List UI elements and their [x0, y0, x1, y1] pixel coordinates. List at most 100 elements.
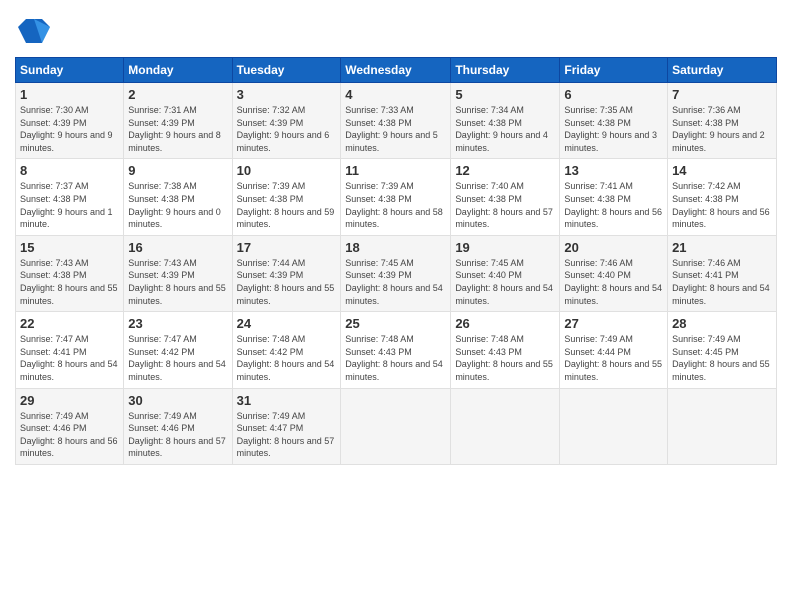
header	[15, 15, 777, 47]
calendar-cell: 12 Sunrise: 7:40 AMSunset: 4:38 PMDayligh…	[451, 159, 560, 235]
day-detail: Sunrise: 7:31 AMSunset: 4:39 PMDaylight:…	[128, 104, 227, 154]
day-detail: Sunrise: 7:39 AMSunset: 4:38 PMDaylight:…	[345, 180, 446, 230]
day-detail: Sunrise: 7:46 AMSunset: 4:41 PMDaylight:…	[672, 257, 772, 307]
day-number: 10	[237, 163, 337, 178]
calendar-cell: 11 Sunrise: 7:39 AMSunset: 4:38 PMDayligh…	[341, 159, 451, 235]
day-number: 12	[455, 163, 555, 178]
calendar-cell	[341, 388, 451, 464]
calendar-cell: 24 Sunrise: 7:48 AMSunset: 4:42 PMDayligh…	[232, 312, 341, 388]
calendar-week-row: 22Sunrise: 7:47 AMSunset: 4:41 PMDayligh…	[16, 312, 777, 388]
day-detail: Sunrise: 7:39 AMSunset: 4:38 PMDaylight:…	[237, 180, 337, 230]
page-container: SundayMondayTuesdayWednesdayThursdayFrid…	[0, 0, 792, 475]
day-detail: Sunrise: 7:49 AMSunset: 4:46 PMDaylight:…	[20, 410, 119, 460]
weekday-header: Sunday	[16, 58, 124, 83]
day-number: 6	[564, 87, 663, 102]
calendar-cell: 4 Sunrise: 7:33 AMSunset: 4:38 PMDaylight…	[341, 83, 451, 159]
weekday-header: Tuesday	[232, 58, 341, 83]
day-detail: Sunrise: 7:40 AMSunset: 4:38 PMDaylight:…	[455, 180, 555, 230]
day-detail: Sunrise: 7:34 AMSunset: 4:38 PMDaylight:…	[455, 104, 555, 154]
calendar-cell: 26Sunrise: 7:48 AMSunset: 4:43 PMDayligh…	[451, 312, 560, 388]
calendar-cell: 14 Sunrise: 7:42 AMSunset: 4:38 PMDayligh…	[668, 159, 777, 235]
day-number: 20	[564, 240, 663, 255]
calendar-cell: 15 Sunrise: 7:43 AMSunset: 4:38 PMDayligh…	[16, 235, 124, 311]
calendar-cell: 13 Sunrise: 7:41 AMSunset: 4:38 PMDayligh…	[560, 159, 668, 235]
day-detail: Sunrise: 7:48 AMSunset: 4:42 PMDaylight:…	[237, 333, 337, 383]
day-number: 19	[455, 240, 555, 255]
day-number: 7	[672, 87, 772, 102]
day-detail: Sunrise: 7:47 AMSunset: 4:42 PMDaylight:…	[128, 333, 227, 383]
day-detail: Sunrise: 7:43 AMSunset: 4:38 PMDaylight:…	[20, 257, 119, 307]
calendar-cell: 19 Sunrise: 7:45 AMSunset: 4:40 PMDayligh…	[451, 235, 560, 311]
day-number: 29	[20, 393, 119, 408]
day-number: 24	[237, 316, 337, 331]
day-number: 8	[20, 163, 119, 178]
calendar-cell: 5 Sunrise: 7:34 AMSunset: 4:38 PMDaylight…	[451, 83, 560, 159]
calendar-cell: 30Sunrise: 7:49 AMSunset: 4:46 PMDayligh…	[124, 388, 232, 464]
day-detail: Sunrise: 7:41 AMSunset: 4:38 PMDaylight:…	[564, 180, 663, 230]
logo-icon	[18, 15, 50, 47]
calendar-table: SundayMondayTuesdayWednesdayThursdayFrid…	[15, 57, 777, 465]
day-detail: Sunrise: 7:48 AMSunset: 4:43 PMDaylight:…	[455, 333, 555, 383]
day-detail: Sunrise: 7:42 AMSunset: 4:38 PMDaylight:…	[672, 180, 772, 230]
day-number: 15	[20, 240, 119, 255]
header-row: SundayMondayTuesdayWednesdayThursdayFrid…	[16, 58, 777, 83]
day-number: 23	[128, 316, 227, 331]
day-detail: Sunrise: 7:37 AMSunset: 4:38 PMDaylight:…	[20, 180, 119, 230]
day-detail: Sunrise: 7:45 AMSunset: 4:39 PMDaylight:…	[345, 257, 446, 307]
day-detail: Sunrise: 7:36 AMSunset: 4:38 PMDaylight:…	[672, 104, 772, 154]
day-number: 28	[672, 316, 772, 331]
calendar-cell: 28Sunrise: 7:49 AMSunset: 4:45 PMDayligh…	[668, 312, 777, 388]
day-number: 21	[672, 240, 772, 255]
day-number: 14	[672, 163, 772, 178]
day-number: 18	[345, 240, 446, 255]
day-number: 4	[345, 87, 446, 102]
day-number: 25	[345, 316, 446, 331]
calendar-week-row: 15 Sunrise: 7:43 AMSunset: 4:38 PMDayligh…	[16, 235, 777, 311]
day-number: 16	[128, 240, 227, 255]
day-number: 31	[237, 393, 337, 408]
day-detail: Sunrise: 7:35 AMSunset: 4:38 PMDaylight:…	[564, 104, 663, 154]
weekday-header: Saturday	[668, 58, 777, 83]
calendar-cell: 31 Sunrise: 7:49 AMSunset: 4:47 PMDayligh…	[232, 388, 341, 464]
day-number: 5	[455, 87, 555, 102]
calendar-cell: 9 Sunrise: 7:38 AMSunset: 4:38 PMDaylight…	[124, 159, 232, 235]
calendar-body: 1 Sunrise: 7:30 AMSunset: 4:39 PMDaylight…	[16, 83, 777, 465]
calendar-cell: 20 Sunrise: 7:46 AMSunset: 4:40 PMDayligh…	[560, 235, 668, 311]
calendar-cell	[560, 388, 668, 464]
calendar-cell: 21 Sunrise: 7:46 AMSunset: 4:41 PMDayligh…	[668, 235, 777, 311]
day-number: 3	[237, 87, 337, 102]
calendar-cell: 23 Sunrise: 7:47 AMSunset: 4:42 PMDayligh…	[124, 312, 232, 388]
day-detail: Sunrise: 7:49 AMSunset: 4:46 PMDaylight:…	[128, 410, 227, 460]
day-number: 9	[128, 163, 227, 178]
calendar-cell	[451, 388, 560, 464]
weekday-header: Friday	[560, 58, 668, 83]
weekday-header: Thursday	[451, 58, 560, 83]
calendar-cell: 22Sunrise: 7:47 AMSunset: 4:41 PMDayligh…	[16, 312, 124, 388]
calendar-cell: 27Sunrise: 7:49 AMSunset: 4:44 PMDayligh…	[560, 312, 668, 388]
day-number: 11	[345, 163, 446, 178]
logo	[15, 15, 50, 47]
day-detail: Sunrise: 7:46 AMSunset: 4:40 PMDaylight:…	[564, 257, 663, 307]
calendar-cell: 10 Sunrise: 7:39 AMSunset: 4:38 PMDayligh…	[232, 159, 341, 235]
calendar-cell: 29 Sunrise: 7:49 AMSunset: 4:46 PMDayligh…	[16, 388, 124, 464]
day-detail: Sunrise: 7:30 AMSunset: 4:39 PMDaylight:…	[20, 104, 119, 154]
day-number: 1	[20, 87, 119, 102]
day-detail: Sunrise: 7:38 AMSunset: 4:38 PMDaylight:…	[128, 180, 227, 230]
calendar-cell: 18 Sunrise: 7:45 AMSunset: 4:39 PMDayligh…	[341, 235, 451, 311]
calendar-cell: 6 Sunrise: 7:35 AMSunset: 4:38 PMDaylight…	[560, 83, 668, 159]
calendar-cell: 3Sunrise: 7:32 AMSunset: 4:39 PMDaylight…	[232, 83, 341, 159]
calendar-cell: 16Sunrise: 7:43 AMSunset: 4:39 PMDayligh…	[124, 235, 232, 311]
day-detail: Sunrise: 7:44 AMSunset: 4:39 PMDaylight:…	[237, 257, 337, 307]
day-number: 13	[564, 163, 663, 178]
calendar-header: SundayMondayTuesdayWednesdayThursdayFrid…	[16, 58, 777, 83]
day-detail: Sunrise: 7:49 AMSunset: 4:47 PMDaylight:…	[237, 410, 337, 460]
day-detail: Sunrise: 7:33 AMSunset: 4:38 PMDaylight:…	[345, 104, 446, 154]
calendar-week-row: 1 Sunrise: 7:30 AMSunset: 4:39 PMDaylight…	[16, 83, 777, 159]
day-detail: Sunrise: 7:47 AMSunset: 4:41 PMDaylight:…	[20, 333, 119, 383]
calendar-cell: 25Sunrise: 7:48 AMSunset: 4:43 PMDayligh…	[341, 312, 451, 388]
weekday-header: Monday	[124, 58, 232, 83]
day-detail: Sunrise: 7:49 AMSunset: 4:44 PMDaylight:…	[564, 333, 663, 383]
weekday-header: Wednesday	[341, 58, 451, 83]
day-detail: Sunrise: 7:45 AMSunset: 4:40 PMDaylight:…	[455, 257, 555, 307]
calendar-cell	[668, 388, 777, 464]
